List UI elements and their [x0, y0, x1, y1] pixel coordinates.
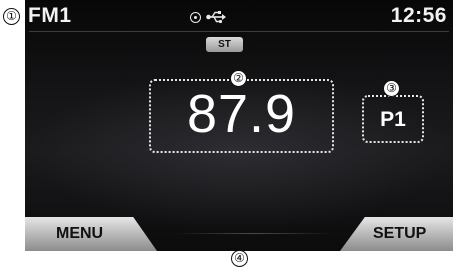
callout-3: ③ — [383, 80, 400, 97]
setup-button[interactable]: SETUP — [340, 217, 453, 251]
radio-screen: FM1 12:56 ST 87.9 P1 MENU SETUP — [25, 0, 453, 251]
status-bar: FM1 12:56 — [25, 0, 453, 32]
setup-button-label: SETUP — [373, 225, 427, 242]
callout-1: ① — [3, 8, 20, 25]
band-label: FM1 — [28, 4, 72, 27]
disc-icon — [190, 12, 201, 23]
frequency-display: 87.9 — [149, 79, 334, 153]
callout-4: ④ — [231, 250, 248, 267]
status-divider — [29, 31, 449, 32]
divider — [175, 233, 333, 234]
callout-2: ② — [230, 70, 247, 87]
stereo-indicator: ST — [206, 37, 243, 52]
usb-icon — [206, 11, 226, 24]
menu-button[interactable]: MENU — [25, 217, 157, 251]
clock: 12:56 — [390, 4, 447, 27]
preset-display[interactable]: P1 — [362, 95, 424, 143]
preset-number: P1 — [380, 108, 406, 131]
frequency-value: 87.9 — [186, 84, 297, 144]
menu-button-label: MENU — [56, 225, 104, 242]
